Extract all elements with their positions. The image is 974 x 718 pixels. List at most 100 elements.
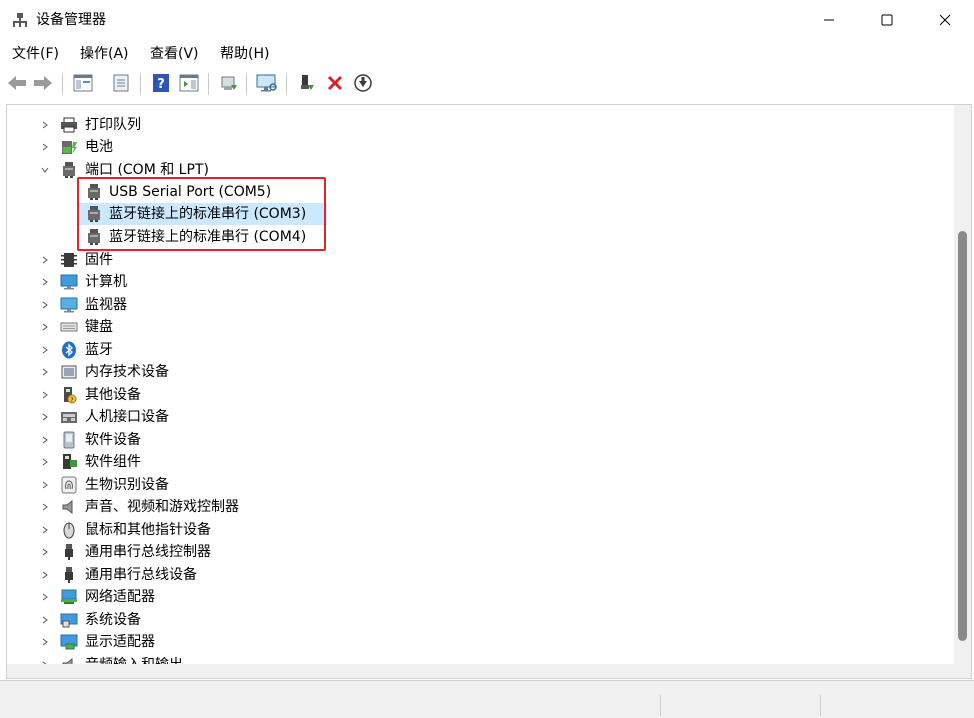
tree-category-display-adapters[interactable]: 显示适配器 [7, 631, 937, 653]
close-button[interactable] [916, 0, 974, 40]
other-device-icon: ? [64, 387, 77, 404]
chevron-right-icon[interactable] [39, 411, 51, 423]
toolbar: ? [0, 68, 974, 100]
tree-category-software-devices[interactable]: 软件设备 [7, 429, 937, 451]
maximize-button[interactable] [858, 0, 916, 40]
tree-category-keyboards[interactable]: 键盘 [7, 316, 937, 338]
chevron-down-icon[interactable] [39, 164, 51, 176]
chevron-right-icon[interactable] [39, 321, 51, 333]
battery-icon [62, 141, 77, 154]
menu-view[interactable]: 查看(V) [150, 44, 199, 64]
action-pane-button[interactable] [178, 72, 200, 94]
chevron-right-icon[interactable] [39, 569, 51, 581]
tree-category-print-queues[interactable]: 打印队列 [7, 114, 937, 136]
chevron-right-icon[interactable] [39, 434, 51, 446]
tree-category-label: 计算机 [85, 274, 127, 290]
chevron-right-icon[interactable] [39, 119, 51, 131]
tree-category-label: 固件 [85, 252, 113, 268]
chevron-right-icon[interactable] [39, 366, 51, 378]
chevron-right-icon[interactable] [39, 254, 51, 266]
vertical-scrollbar[interactable] [954, 105, 971, 678]
toolbar-separator [62, 73, 63, 95]
port-icon [63, 162, 75, 178]
chevron-right-icon[interactable] [39, 501, 51, 513]
tree-category-bluetooth[interactable]: 蓝牙 [7, 339, 937, 361]
tree-category-human-interface-devices[interactable]: 人机接口设备 [7, 406, 937, 428]
toolbar-separator [208, 73, 209, 95]
usb-icon [65, 567, 73, 583]
chevron-right-icon[interactable] [39, 524, 51, 536]
chevron-right-icon[interactable] [39, 276, 51, 288]
memory-device-icon [61, 365, 77, 379]
window-title: 设备管理器 [36, 12, 106, 28]
tree-category-label: 系统设备 [85, 612, 141, 628]
svg-text:?: ? [70, 397, 73, 404]
console-tree-button[interactable] [72, 72, 94, 94]
computer-icon [60, 274, 78, 290]
chevron-right-icon[interactable] [39, 344, 51, 356]
minimize-button[interactable] [800, 0, 858, 40]
horizontal-scrollbar[interactable] [7, 664, 954, 678]
tree-category-other-devices[interactable]: ? 其他设备 [7, 384, 937, 406]
enable-device-button[interactable] [296, 72, 318, 94]
tree-category-usb-devices[interactable]: 通用串行总线设备 [7, 564, 937, 586]
tree-category-firmware[interactable]: 固件 [7, 249, 937, 271]
chevron-right-icon[interactable] [39, 636, 51, 648]
tree-category-monitors[interactable]: 监视器 [7, 294, 937, 316]
vertical-scrollbar-thumb[interactable] [958, 231, 967, 641]
chevron-right-icon[interactable] [39, 389, 51, 401]
chevron-right-icon[interactable] [39, 546, 51, 558]
help-icon: ? [153, 74, 169, 92]
tree-category-label: 键盘 [85, 319, 113, 335]
tree-category-label: 声音、视频和游戏控制器 [85, 499, 239, 515]
system-device-icon [60, 613, 78, 628]
back-button[interactable] [6, 72, 28, 94]
action-pane-icon [179, 74, 199, 92]
tree-category-biometric-devices[interactable]: 生物识别设备 [7, 474, 937, 496]
tree-category-software-components[interactable]: 软件组件 [7, 451, 937, 473]
tree-category-label: 人机接口设备 [85, 409, 169, 425]
tree-category-label: 内存技术设备 [85, 364, 169, 380]
menu-action[interactable]: 操作(A) [80, 44, 129, 64]
tree-category-memory-technology-devices[interactable]: 内存技术设备 [7, 361, 937, 383]
tree-category-network-adapters[interactable]: 网络适配器 [7, 586, 937, 608]
back-arrow-icon [8, 76, 26, 90]
printer-icon [61, 117, 77, 133]
maximize-icon [881, 14, 893, 26]
properties-icon [113, 74, 129, 92]
close-icon [939, 14, 951, 26]
tree-category-label: 软件组件 [85, 454, 141, 470]
properties-button[interactable] [110, 72, 132, 94]
chevron-right-icon[interactable] [39, 141, 51, 153]
chevron-right-icon[interactable] [39, 299, 51, 311]
tree-category-computer[interactable]: 计算机 [7, 271, 937, 293]
forward-button[interactable] [32, 72, 54, 94]
chevron-right-icon[interactable] [39, 591, 51, 603]
tree-category-label: 打印队列 [85, 117, 141, 133]
scan-hardware-icon [256, 74, 277, 92]
tree-category-label: 通用串行总线控制器 [85, 544, 211, 560]
firmware-icon [61, 253, 77, 267]
bluetooth-icon [62, 341, 76, 359]
software-device-icon [63, 431, 75, 449]
tree-category-mice[interactable]: 鼠标和其他指针设备 [7, 519, 937, 541]
menu-file[interactable]: 文件(F) [12, 44, 59, 64]
speaker-icon [62, 499, 73, 515]
update-driver-button[interactable] [218, 72, 240, 94]
device-tree[interactable]: 打印队列 电池 端口 (COM 和 LPT) USB Serial Port (… [6, 104, 972, 679]
download-driver-button[interactable] [352, 72, 374, 94]
tree-category-usb-controllers[interactable]: 通用串行总线控制器 [7, 541, 937, 563]
usb-icon [65, 544, 73, 560]
tree-category-sound-video-game-controllers[interactable]: 声音、视频和游戏控制器 [7, 496, 937, 518]
uninstall-device-button[interactable] [324, 72, 346, 94]
scan-hardware-button[interactable] [256, 72, 278, 94]
tree-category-system-devices[interactable]: 系统设备 [7, 609, 937, 631]
software-component-icon [63, 454, 77, 469]
menu-help[interactable]: 帮助(H) [220, 44, 269, 64]
chevron-right-icon[interactable] [39, 456, 51, 468]
help-button[interactable]: ? [150, 72, 172, 94]
tree-category-batteries[interactable]: 电池 [7, 136, 937, 158]
chevron-right-icon[interactable] [39, 614, 51, 626]
update-driver-icon [221, 76, 237, 90]
chevron-right-icon[interactable] [39, 479, 51, 491]
